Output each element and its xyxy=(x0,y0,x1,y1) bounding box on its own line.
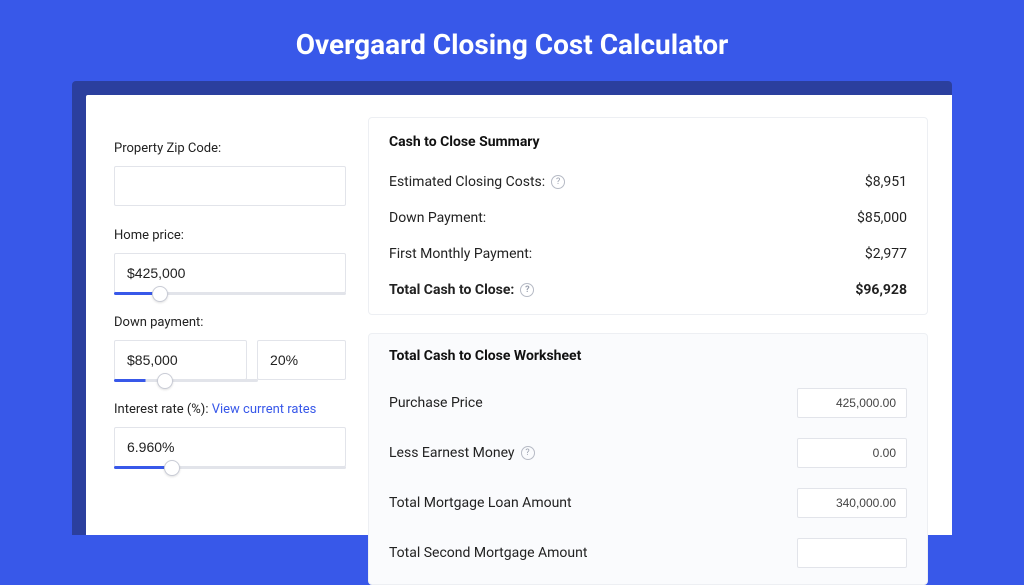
worksheet-row-input[interactable] xyxy=(797,388,907,418)
summary-heading: Cash to Close Summary xyxy=(389,134,907,150)
summary-row-label: First Monthly Payment: xyxy=(389,246,532,262)
summary-row: Estimated Closing Costs:? $8,951 xyxy=(389,164,907,200)
rate-field: Interest rate (%): View current rates xyxy=(114,402,346,467)
help-icon[interactable]: ? xyxy=(520,283,534,297)
worksheet-row: Total Mortgage Loan Amount xyxy=(389,478,907,528)
summary-row-label: Down Payment: xyxy=(389,210,486,226)
worksheet-row: Total Second Mortgage Amount xyxy=(389,528,907,578)
calculator-container: Property Zip Code: Home price: Down paym… xyxy=(86,95,952,535)
worksheet-row-label: Total Mortgage Loan Amount xyxy=(389,495,572,511)
summary-card: Cash to Close Summary Estimated Closing … xyxy=(368,117,928,315)
worksheet-card: Total Cash to Close Worksheet Purchase P… xyxy=(368,333,928,585)
summary-row-value: $96,928 xyxy=(855,282,907,298)
worksheet-heading: Total Cash to Close Worksheet xyxy=(389,348,907,364)
summary-row: Total Cash to Close:? $96,928 xyxy=(389,272,907,308)
rate-slider[interactable] xyxy=(114,466,346,469)
help-icon[interactable]: ? xyxy=(551,175,565,189)
summary-row: Down Payment: $85,000 xyxy=(389,200,907,236)
zip-label: Property Zip Code: xyxy=(114,141,346,156)
view-rates-link[interactable]: View current rates xyxy=(212,402,317,417)
summary-row: First Monthly Payment: $2,977 xyxy=(389,236,907,272)
worksheet-row: Less Earnest Money? xyxy=(389,428,907,478)
worksheet-row-input[interactable] xyxy=(797,538,907,568)
down-payment-pct-input[interactable] xyxy=(257,340,346,380)
rate-input[interactable] xyxy=(114,427,346,467)
down-payment-slider[interactable] xyxy=(114,379,258,382)
summary-row-label: Estimated Closing Costs: xyxy=(389,174,545,190)
down-payment-input[interactable] xyxy=(114,340,247,380)
rate-label-text: Interest rate (%): xyxy=(114,402,212,417)
rate-slider-thumb[interactable] xyxy=(164,460,180,476)
home-price-field: Home price: xyxy=(114,228,346,293)
worksheet-row-label: Less Earnest Money xyxy=(389,445,515,461)
down-payment-label: Down payment: xyxy=(114,315,346,330)
zip-field: Property Zip Code: xyxy=(114,141,346,206)
home-price-label: Home price: xyxy=(114,228,346,243)
home-price-slider[interactable] xyxy=(114,292,346,295)
summary-row-value: $85,000 xyxy=(857,210,907,226)
worksheet-row: Purchase Price xyxy=(389,378,907,428)
results-panel: Cash to Close Summary Estimated Closing … xyxy=(368,117,928,535)
worksheet-row-label: Total Second Mortgage Amount xyxy=(389,545,587,561)
home-price-input[interactable] xyxy=(114,253,346,293)
worksheet-row-input[interactable] xyxy=(797,488,907,518)
down-payment-slider-thumb[interactable] xyxy=(157,373,173,389)
worksheet-row-input[interactable] xyxy=(797,438,907,468)
summary-row-value: $8,951 xyxy=(865,174,907,190)
calculator-shadow: Property Zip Code: Home price: Down paym… xyxy=(72,81,952,535)
rate-label: Interest rate (%): View current rates xyxy=(114,402,346,417)
home-price-slider-thumb[interactable] xyxy=(152,286,168,302)
summary-row-value: $2,977 xyxy=(865,246,907,262)
summary-row-label: Total Cash to Close: xyxy=(389,282,514,298)
help-icon[interactable]: ? xyxy=(521,446,535,460)
down-payment-field: Down payment: xyxy=(114,315,346,380)
inputs-panel: Property Zip Code: Home price: Down paym… xyxy=(86,117,346,535)
worksheet-row-label: Purchase Price xyxy=(389,395,483,411)
zip-input[interactable] xyxy=(114,166,346,206)
page-title: Overgaard Closing Cost Calculator xyxy=(0,0,1024,81)
